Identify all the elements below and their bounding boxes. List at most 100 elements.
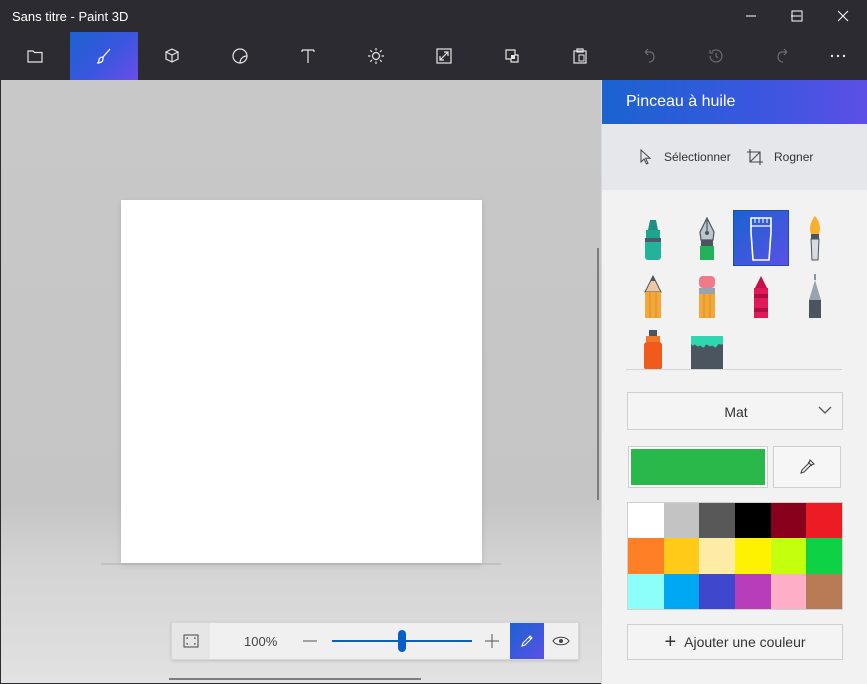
crop-label: Rogner <box>774 150 814 164</box>
color-swatch[interactable] <box>699 503 735 539</box>
sun-icon <box>368 48 384 64</box>
canvas-shadow <box>101 563 501 565</box>
zoom-slider-thumb[interactable] <box>398 630 406 652</box>
finish-dropdown[interactable]: Mat <box>627 392 843 430</box>
calligraphy-pen-icon <box>699 216 715 260</box>
eyedropper-button[interactable] <box>773 446 841 488</box>
color-swatch[interactable] <box>628 538 664 574</box>
brush-crayon[interactable] <box>734 269 788 323</box>
add-color-button[interactable]: + Ajouter une couleur <box>627 624 843 660</box>
maximize-icon <box>791 10 803 22</box>
minus-icon <box>303 640 317 642</box>
side-panel: Pinceau à huile Sélectionner Rogner Mat … <box>601 80 867 684</box>
color-swatch[interactable] <box>628 503 664 539</box>
brush-oil[interactable] <box>733 210 789 266</box>
zoom-bar: 100% <box>171 622 579 660</box>
crop-button[interactable]: Rogner <box>746 148 813 166</box>
current-color-fill <box>631 449 765 485</box>
pencil-icon <box>644 274 662 318</box>
brush-spray-can[interactable] <box>626 327 680 369</box>
color-swatch[interactable] <box>663 573 700 609</box>
paste-button[interactable] <box>546 32 614 80</box>
panel-actions: Sélectionner Rogner <box>602 124 867 190</box>
fill-bucket-icon <box>691 336 723 369</box>
brush-watercolor[interactable] <box>788 211 842 265</box>
oil-brush-icon <box>750 217 772 261</box>
undo-button[interactable] <box>614 32 682 80</box>
brushes-button[interactable] <box>70 32 138 80</box>
main-toolbar <box>0 32 867 80</box>
eraser-icon <box>699 276 715 318</box>
spray-can-icon <box>644 330 662 369</box>
color-palette <box>627 502 843 610</box>
remix3d-button[interactable] <box>478 32 546 80</box>
maximize-button-2[interactable] <box>774 0 820 32</box>
view-mode-button[interactable] <box>544 623 578 659</box>
history-button[interactable] <box>682 32 750 80</box>
vertical-scrollbar[interactable] <box>597 248 599 500</box>
select-label: Sélectionner <box>664 150 731 164</box>
canvas-button[interactable] <box>410 32 478 80</box>
zoom-out-button[interactable] <box>300 631 320 651</box>
color-swatch[interactable] <box>770 503 807 539</box>
color-swatch[interactable] <box>699 538 735 574</box>
color-swatch[interactable] <box>663 503 700 539</box>
panel-divider <box>626 369 842 370</box>
color-swatch[interactable] <box>628 573 664 609</box>
more-button[interactable] <box>808 32 867 80</box>
watercolor-icon <box>810 216 820 261</box>
clipboard-icon <box>573 48 587 64</box>
menu-button[interactable] <box>1 32 69 80</box>
history-icon <box>709 49 723 63</box>
brush-fill[interactable] <box>680 327 734 369</box>
chevron-down-icon <box>818 406 832 414</box>
plus-icon: + <box>664 631 677 653</box>
select-button[interactable]: Sélectionner <box>638 148 731 166</box>
color-swatch[interactable] <box>663 538 700 574</box>
color-swatch[interactable] <box>770 538 807 574</box>
resize-icon <box>436 48 452 64</box>
edit-mode-button[interactable] <box>510 623 544 659</box>
color-swatch[interactable] <box>699 573 735 609</box>
more-icon <box>830 54 845 58</box>
color-swatch[interactable] <box>735 538 771 574</box>
brush-calligraphy-pen[interactable] <box>680 211 734 265</box>
color-swatch[interactable] <box>806 538 842 574</box>
minimize-icon <box>746 15 756 17</box>
eye-icon <box>552 636 570 646</box>
marker-icon <box>645 220 661 260</box>
color-swatch[interactable] <box>806 573 842 609</box>
stickers-button[interactable] <box>206 32 274 80</box>
close-button[interactable] <box>820 0 866 32</box>
text-icon <box>301 49 315 63</box>
color-swatch[interactable] <box>770 573 807 609</box>
color-swatch[interactable] <box>735 573 771 609</box>
crayon-icon <box>754 276 768 318</box>
current-color[interactable] <box>628 446 768 488</box>
brush-icon <box>96 48 111 64</box>
add-color-label: Ajouter une couleur <box>684 634 806 650</box>
brush-pencil[interactable] <box>626 269 680 323</box>
effects-button[interactable] <box>342 32 410 80</box>
panel-title: Pinceau à huile <box>626 93 736 110</box>
finish-value: Mat <box>724 404 748 420</box>
cursor-icon <box>640 148 652 165</box>
eyedropper-icon <box>800 458 816 474</box>
brush-eraser[interactable] <box>680 269 734 323</box>
3d-shapes-button[interactable] <box>138 32 206 80</box>
brush-pixel-pen[interactable] <box>788 269 842 323</box>
color-swatch[interactable] <box>806 503 842 539</box>
minimize-button-2[interactable] <box>728 0 774 32</box>
remix-icon <box>505 49 519 63</box>
fit-to-screen-button[interactable] <box>172 623 210 659</box>
brush-marker[interactable] <box>626 211 680 265</box>
horizontal-scrollbar[interactable] <box>169 678 421 680</box>
pixel-pen-icon <box>809 274 821 318</box>
drawing-canvas[interactable] <box>121 200 482 563</box>
zoom-in-button[interactable] <box>482 631 502 651</box>
crop-icon <box>747 149 763 165</box>
text-button[interactable] <box>274 32 342 80</box>
folder-icon <box>27 50 43 63</box>
plus-icon <box>485 634 499 648</box>
color-swatch[interactable] <box>735 503 771 539</box>
